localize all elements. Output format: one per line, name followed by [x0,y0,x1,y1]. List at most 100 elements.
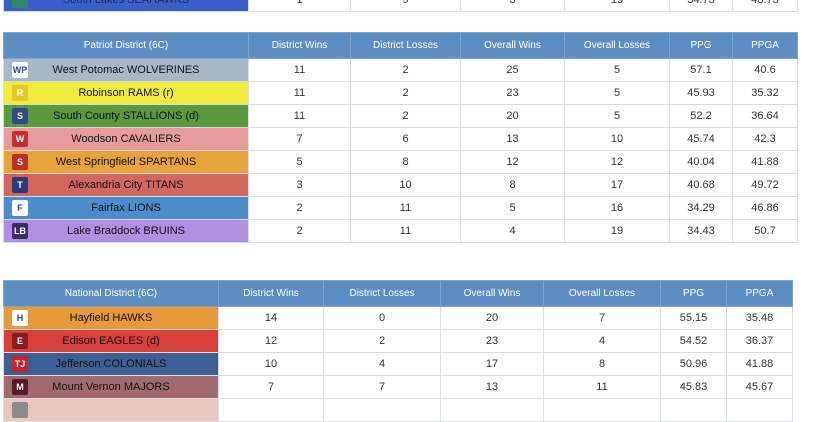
major-icon: M [12,379,28,395]
stat-overall-losses: 19 [564,219,670,243]
team-name[interactable]: West Springfield SPARTANS [56,156,196,168]
team-name[interactable]: West Potomac WOLVERINES [53,64,200,76]
team-cell[interactable]: TJ Jefferson COLONIALS [3,352,219,376]
team-cell[interactable]: South Lakes SEAHAWKS [3,0,249,12]
stat-ppg: 34.43 [669,219,733,243]
column-header-overall-wins[interactable]: Overall Wins [440,280,544,307]
table-row[interactable]: W Woodson CAVALIERS 7 6 13 10 45.74 42.3 [3,127,798,151]
table-row[interactable]: T Alexandria City TITANS 3 10 8 17 40.68 49.72 [3,173,798,197]
stat-district-losses: 7 [323,375,441,399]
team-cell[interactable]: R Robinson RAMS (r) [3,81,249,105]
team-cell[interactable]: WP West Potomac WOLVERINES [3,58,249,82]
stat-district-wins: 3 [248,173,351,197]
team-cell[interactable]: LB Lake Braddock BRUINS [3,219,249,243]
stat-ppga: 36.64 [732,104,798,128]
team-cell[interactable]: S South County STALLIONS (d) [3,104,249,128]
table-row[interactable] [3,398,793,422]
team-cell[interactable]: M Mount Vernon MAJORS [3,375,219,399]
team-name[interactable]: South Lakes SEAHAWKS [63,0,189,6]
national-district-table: National District (6C) District Wins Dis… [3,280,793,422]
column-header-district-losses[interactable]: District Losses [350,32,461,59]
team-cell[interactable] [3,398,219,422]
column-header-overall-losses[interactable]: Overall Losses [564,32,670,59]
team-cell[interactable]: H Hayfield HAWKS [3,306,219,330]
team-name[interactable]: Alexandria City TITANS [68,179,183,191]
stat-district-wins: 5 [248,150,351,174]
stat-overall-wins [440,398,544,422]
column-header-ppg[interactable]: PPG [669,32,733,59]
stat-ppg: 45.74 [669,127,733,151]
spartan-icon: S [12,154,28,170]
stat-ppg: 45.83 [660,375,727,399]
column-header-ppga[interactable]: PPGA [726,280,793,307]
team-name[interactable]: South County STALLIONS (d) [53,110,199,122]
district-title-header[interactable]: National District (6C) [3,280,219,307]
team-cell[interactable]: E Edison EAGLES (d) [3,329,219,353]
table-row[interactable]: R Robinson RAMS (r) 11 2 23 5 45.93 35.32 [3,81,798,105]
stat-ppga: 40.6 [732,58,798,82]
stat-district-wins: 2 [248,219,351,243]
table-row[interactable]: TJ Jefferson COLONIALS 10 4 17 8 50.96 41.88 [3,352,793,376]
column-header-ppg[interactable]: PPG [660,280,727,307]
stat-cell: 48.73 [732,0,798,12]
table-row[interactable]: WP West Potomac WOLVERINES 11 2 25 5 57.1 40.6 [3,58,798,82]
team-name[interactable]: Lake Braddock BRUINS [67,225,185,237]
stat-overall-losses: 5 [564,104,670,128]
table-row[interactable]: H Hayfield HAWKS 14 0 20 7 55.15 35.48 [3,306,793,330]
stat-overall-wins: 4 [460,219,565,243]
stat-ppg: 45.93 [669,81,733,105]
stat-overall-losses: 11 [543,375,661,399]
team-name[interactable]: Robinson RAMS (r) [78,87,173,99]
stat-ppg: 57.1 [669,58,733,82]
team-cell[interactable]: S West Springfield SPARTANS [3,150,249,174]
stat-district-wins: 10 [218,352,324,376]
column-header-district-wins[interactable]: District Wins [248,32,351,59]
stallion-icon: S [12,108,28,124]
titan-icon: T [12,177,28,193]
stat-cell: 19 [564,0,670,12]
table-row[interactable]: M Mount Vernon MAJORS 7 7 13 11 45.83 45.67 [3,375,793,399]
team-name[interactable]: Fairfax LIONS [91,202,161,214]
table-row[interactable]: LB Lake Braddock BRUINS 2 11 4 19 34.43 50.7 [3,219,798,243]
column-header-district-wins[interactable]: District Wins [218,280,324,307]
column-header-district-losses[interactable]: District Losses [323,280,441,307]
header-row: Patriot District (6C) District Wins Dist… [3,32,798,59]
header-row: National District (6C) District Wins Dis… [3,280,793,307]
stat-district-wins: 11 [248,81,351,105]
team-name[interactable]: Woodson CAVALIERS [71,133,180,145]
team-cell[interactable]: T Alexandria City TITANS [3,173,249,197]
stat-ppg: 34.29 [669,196,733,220]
table-row[interactable]: E Edison EAGLES (d) 12 2 23 4 54.52 36.37 [3,329,793,353]
column-header-overall-wins[interactable]: Overall Wins [460,32,565,59]
team-cell[interactable]: F Fairfax LIONS [3,196,249,220]
table-row[interactable]: S South County STALLIONS (d) 11 2 20 5 52.2 36.… [3,104,798,128]
stat-overall-losses: 8 [543,352,661,376]
stat-ppga: 46.86 [732,196,798,220]
column-header-ppga[interactable]: PPGA [732,32,798,59]
stat-ppga: 50.7 [732,219,798,243]
stat-district-wins [218,398,324,422]
stat-overall-losses: 12 [564,150,670,174]
stat-overall-wins: 13 [440,375,544,399]
stat-ppga: 41.88 [726,352,793,376]
table-row[interactable]: F Fairfax LIONS 2 11 5 16 34.29 46.86 [3,196,798,220]
wolves-icon [12,402,28,418]
district-title-header[interactable]: Patriot District (6C) [3,32,249,59]
team-name[interactable]: Edison EAGLES (d) [62,335,159,347]
cavalier-icon: W [12,131,28,147]
stat-overall-wins: 25 [460,58,565,82]
patriot-district-table: Patriot District (6C) District Wins Dist… [3,32,798,243]
stat-district-wins: 12 [218,329,324,353]
stat-ppga: 35.32 [732,81,798,105]
stat-cell: 34.73 [669,0,733,12]
team-name[interactable]: Jefferson COLONIALS [55,358,166,370]
stat-ppg [660,398,727,422]
column-header-overall-losses[interactable]: Overall Losses [543,280,661,307]
table-row[interactable]: S West Springfield SPARTANS 5 8 12 12 40.04 41.… [3,150,798,174]
stat-overall-wins: 17 [440,352,544,376]
team-name[interactable]: Mount Vernon MAJORS [52,381,169,393]
hawk-icon: H [12,310,28,326]
team-name[interactable]: Hayfield HAWKS [70,312,153,324]
stat-overall-wins: 12 [460,150,565,174]
team-cell[interactable]: W Woodson CAVALIERS [3,127,249,151]
